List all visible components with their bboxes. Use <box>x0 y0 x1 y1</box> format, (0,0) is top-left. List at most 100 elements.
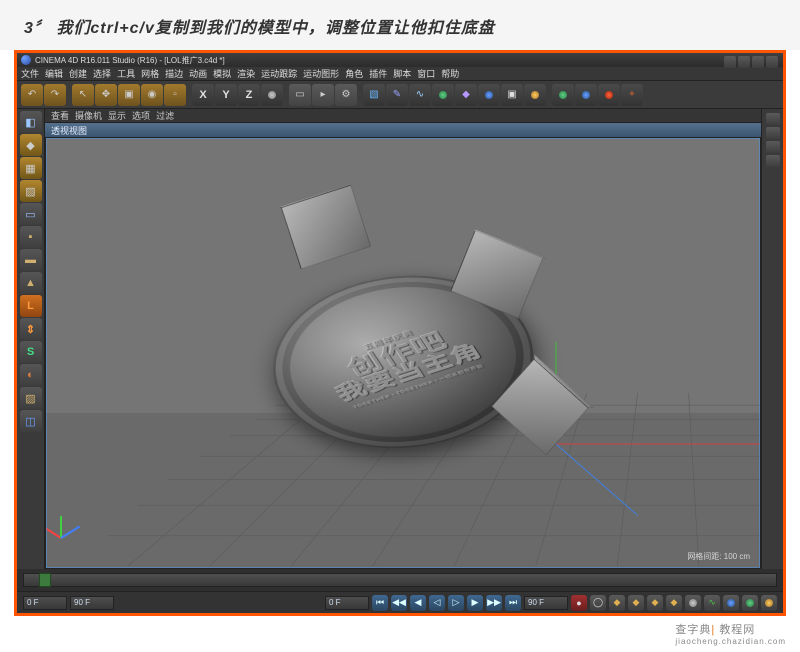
make-editable-icon[interactable]: ◧ <box>20 111 42 133</box>
menu-sim[interactable]: 模拟 <box>213 67 231 80</box>
menu-select[interactable]: 选择 <box>93 67 111 80</box>
menu-char[interactable]: 角色 <box>345 67 363 80</box>
menubar: 文件 编辑 创建 选择 工具 网格 描边 动画 模拟 渲染 运动跟踪 运动图形 … <box>17 67 783 81</box>
start-frame-field[interactable]: 0 F <box>23 596 67 610</box>
undo-button[interactable]: ↶ <box>21 84 43 106</box>
tab-camera[interactable]: 摄像机 <box>75 109 102 122</box>
model-mode-icon[interactable]: ◆ <box>20 134 42 156</box>
rotate-tool[interactable]: ◉ <box>141 84 163 106</box>
menu-plugins[interactable]: 插件 <box>369 67 387 80</box>
mograph-icon[interactable] <box>552 84 574 106</box>
menu-help[interactable]: 帮助 <box>441 67 459 80</box>
quantize-icon[interactable]: ◐ <box>20 364 42 386</box>
point-mode-icon[interactable]: ▪ <box>20 226 42 248</box>
edge-mode-icon[interactable]: ▬ <box>20 249 42 271</box>
nav-icon[interactable] <box>766 141 780 153</box>
play-back-button[interactable]: ◁ <box>429 595 445 611</box>
recent-tool[interactable]: ▫ <box>164 84 186 106</box>
fcurve-icon[interactable] <box>723 595 739 611</box>
spline-icon[interactable]: ∿ <box>409 84 431 106</box>
fcurve-icon[interactable] <box>761 595 777 611</box>
render-view[interactable]: ▭ <box>289 84 311 106</box>
tab-view[interactable]: 查看 <box>51 109 69 122</box>
render-settings[interactable]: ⚙ <box>335 84 357 106</box>
nav-icon[interactable] <box>766 113 780 125</box>
nav-icon[interactable] <box>766 127 780 139</box>
timeline-track[interactable] <box>23 573 777 587</box>
menu-edit[interactable]: 编辑 <box>45 67 63 80</box>
end-frame-field[interactable]: 90 F <box>70 596 114 610</box>
menu-window[interactable]: 窗口 <box>417 67 435 80</box>
menu-anim[interactable]: 动画 <box>189 67 207 80</box>
scale-tool[interactable]: ▣ <box>118 84 140 106</box>
menu-mograph[interactable]: 运动图形 <box>303 67 339 80</box>
key-param-icon[interactable]: ◆ <box>666 595 682 611</box>
generator-icon[interactable] <box>432 84 454 106</box>
timeline[interactable] <box>17 569 783 591</box>
goto-start-button[interactable]: ⏮ <box>372 595 388 611</box>
menu-file[interactable]: 文件 <box>21 67 39 80</box>
fcurve-icon[interactable]: ∿ <box>704 595 720 611</box>
layout-icon[interactable] <box>724 56 736 68</box>
menu-create[interactable]: 创建 <box>69 67 87 80</box>
move-tool[interactable]: ✥ <box>95 84 117 106</box>
prim-cube[interactable]: ▧ <box>363 84 385 106</box>
texture-mode-icon[interactable]: ▨ <box>20 180 42 202</box>
prev-frame-button[interactable]: ◀ <box>410 595 426 611</box>
autokey-button[interactable]: ◯ <box>590 595 606 611</box>
layout-icon[interactable] <box>752 56 764 68</box>
record-button[interactable]: ● <box>571 595 587 611</box>
step-fwd-button[interactable]: ▶▶ <box>486 595 502 611</box>
select-tool[interactable]: ↖ <box>72 84 94 106</box>
object-mode-icon[interactable]: ▦ <box>20 157 42 179</box>
tab-filter[interactable]: 过滤 <box>156 109 174 122</box>
tweak-icon[interactable]: ⇕ <box>20 318 42 340</box>
axis-z-toggle[interactable]: Z <box>238 84 260 106</box>
render-pv[interactable]: ▸ <box>312 84 334 106</box>
goto-end-button[interactable]: ⏭ <box>505 595 521 611</box>
key-pos-icon[interactable]: ◆ <box>609 595 625 611</box>
menu-tools[interactable]: 工具 <box>117 67 135 80</box>
key-rot-icon[interactable]: ◆ <box>647 595 663 611</box>
viewport-tabs: 查看 摄像机 显示 选项 过滤 <box>45 109 761 123</box>
locked-workplane-icon[interactable]: ▨ <box>20 387 42 409</box>
menu-motiontrack[interactable]: 运动跟踪 <box>261 67 297 80</box>
key-pla-icon[interactable] <box>685 595 701 611</box>
viewport-footer: 网格间距: 100 cm <box>687 551 750 562</box>
menu-script[interactable]: 脚本 <box>393 67 411 80</box>
light-icon[interactable] <box>524 84 546 106</box>
axis-y-toggle[interactable]: Y <box>215 84 237 106</box>
prim-pen[interactable]: ✎ <box>386 84 408 106</box>
tag-icon[interactable] <box>575 84 597 106</box>
camera-icon[interactable]: ▣ <box>501 84 523 106</box>
environment-icon[interactable] <box>478 84 500 106</box>
key-scale-icon[interactable]: ◆ <box>628 595 644 611</box>
coord-system[interactable] <box>261 84 283 106</box>
layout-icon[interactable] <box>738 56 750 68</box>
tab-options[interactable]: 选项 <box>132 109 150 122</box>
perspective-viewport[interactable]: 五周年庆典 创作吧 我要当主角 TOGETHER・TOGETHER・一切从创作开… <box>45 137 761 569</box>
menu-render[interactable]: 渲染 <box>237 67 255 80</box>
planar-workplane-icon[interactable]: ◫ <box>20 410 42 432</box>
layout-icon[interactable] <box>766 56 778 68</box>
range-end-field[interactable]: 90 F <box>524 596 568 610</box>
deformer-icon[interactable]: ◆ <box>455 84 477 106</box>
workplane-icon[interactable]: ▭ <box>20 203 42 225</box>
step-back-button[interactable]: ◀◀ <box>391 595 407 611</box>
next-frame-button[interactable]: ▶ <box>467 595 483 611</box>
playhead[interactable] <box>39 573 51 587</box>
current-frame-field[interactable]: 0 F <box>325 596 369 610</box>
menu-mesh[interactable]: 网格 <box>141 67 159 80</box>
snap-icon[interactable]: S <box>20 341 42 363</box>
axis-mode-icon[interactable]: L <box>20 295 42 317</box>
poly-mode-icon[interactable]: ▲ <box>20 272 42 294</box>
dynamics-icon[interactable] <box>598 84 620 106</box>
tab-display[interactable]: 显示 <box>108 109 126 122</box>
simulate-icon[interactable]: ✦ <box>621 84 643 106</box>
redo-button[interactable]: ↷ <box>44 84 66 106</box>
play-button[interactable]: ▷ <box>448 595 464 611</box>
nav-icon[interactable] <box>766 155 780 167</box>
fcurve-icon[interactable] <box>742 595 758 611</box>
axis-x-toggle[interactable]: X <box>192 84 214 106</box>
menu-snap[interactable]: 描边 <box>165 67 183 80</box>
